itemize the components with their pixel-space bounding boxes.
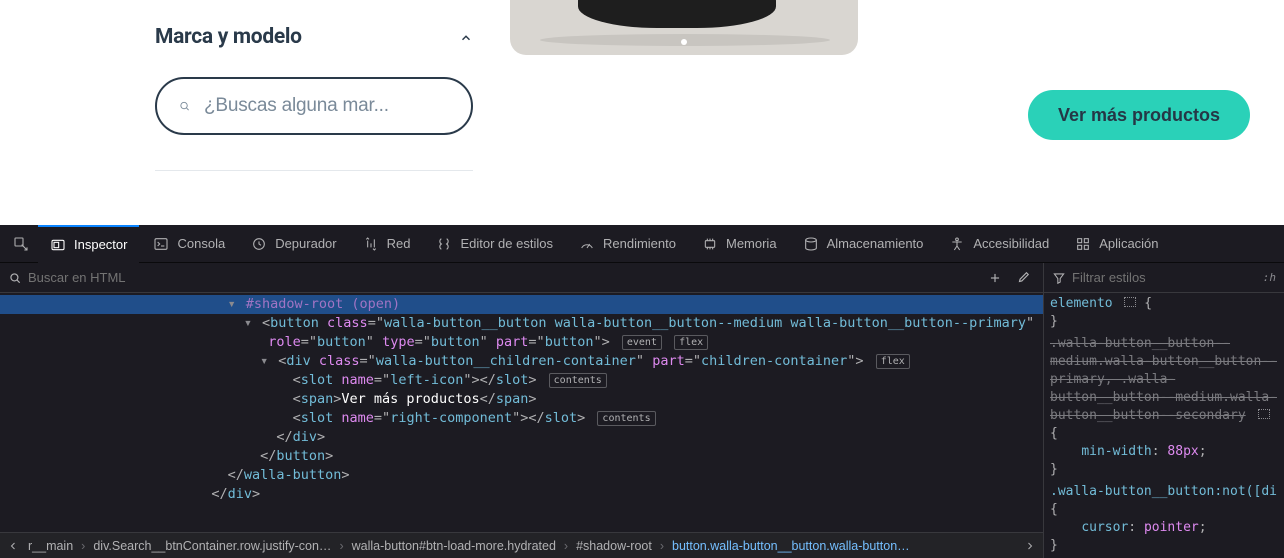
tab-label: Aplicación xyxy=(1099,236,1158,251)
crumb-next-button[interactable] xyxy=(1021,540,1039,552)
breadcrumb-bar: r__main › div.Search__btnContainer.row.j… xyxy=(0,532,1043,558)
styles-filter-bar: :h xyxy=(1044,263,1284,293)
devtools-main-panel: ▾ #shadow-root (open) ▾ <button class="w… xyxy=(0,263,1044,558)
tab-label: Editor de estilos xyxy=(460,236,553,251)
add-node-button[interactable] xyxy=(983,266,1007,290)
tab-label: Consola xyxy=(177,236,225,251)
application-icon xyxy=(1075,236,1091,252)
tab-application[interactable]: Aplicación xyxy=(1063,225,1170,263)
search-icon xyxy=(8,271,22,285)
styles-panel: :h elemento { } .walla-button__button--m… xyxy=(1044,263,1284,558)
flex-indicator-icon xyxy=(1258,409,1270,419)
memory-icon xyxy=(702,236,718,252)
devtools-tabbar: Inspector Consola Depurador Red Editor d… xyxy=(0,225,1284,263)
twisty-icon[interactable]: ▾ xyxy=(244,314,254,333)
flex-badge[interactable]: flex xyxy=(876,354,910,369)
tab-label: Depurador xyxy=(275,236,336,251)
contents-badge[interactable]: contents xyxy=(597,411,655,426)
product-card-image[interactable] xyxy=(510,0,858,55)
twisty-icon[interactable]: ▾ xyxy=(228,295,238,314)
tab-inspector[interactable]: Inspector xyxy=(38,225,139,263)
chevron-right-icon: › xyxy=(658,539,666,553)
search-icon xyxy=(179,94,190,118)
debugger-icon xyxy=(251,236,267,252)
html-search-input[interactable] xyxy=(28,270,977,285)
breadcrumb-item[interactable]: r__main xyxy=(22,539,79,553)
devtools-body: ▾ #shadow-root (open) ▾ <button class="w… xyxy=(0,263,1284,558)
tab-style-editor[interactable]: Editor de estilos xyxy=(424,225,565,263)
eyedropper-button[interactable] xyxy=(1011,266,1035,290)
tab-debugger[interactable]: Depurador xyxy=(239,225,348,263)
tab-storage[interactable]: Almacenamiento xyxy=(791,225,936,263)
filter-panel: Marca y modelo xyxy=(155,25,473,135)
inspector-icon xyxy=(50,237,66,253)
carousel-dot[interactable] xyxy=(681,39,687,45)
network-icon xyxy=(363,236,379,252)
storage-icon xyxy=(803,236,819,252)
tab-label: Rendimiento xyxy=(603,236,676,251)
tab-label: Memoria xyxy=(726,236,777,251)
tab-console[interactable]: Consola xyxy=(141,225,237,263)
breadcrumb-item[interactable]: div.Search__btnContainer.row.justify-con… xyxy=(87,539,337,553)
load-more-button[interactable]: Ver más productos xyxy=(1028,90,1250,140)
chevron-right-icon: › xyxy=(79,539,87,553)
breadcrumb-item[interactable]: button.walla-button__button.walla-button… xyxy=(666,539,916,553)
html-search-bar xyxy=(0,263,1043,293)
flex-indicator-icon xyxy=(1124,297,1136,307)
crumb-prev-button[interactable] xyxy=(4,540,22,552)
console-icon xyxy=(153,236,169,252)
style-editor-icon xyxy=(436,236,452,252)
filter-icon xyxy=(1052,271,1066,285)
flex-badge[interactable]: flex xyxy=(674,335,708,350)
shadow-root-label: #shadow-root (open) xyxy=(246,296,400,312)
brand-search-field[interactable] xyxy=(155,77,473,135)
styles-filter-input[interactable] xyxy=(1072,270,1257,285)
chevron-right-icon: › xyxy=(562,539,570,553)
tab-label: Accesibilidad xyxy=(973,236,1049,251)
contents-badge[interactable]: contents xyxy=(549,373,607,388)
breadcrumb-item[interactable]: walla-button#btn-load-more.hydrated xyxy=(346,539,562,553)
tab-label: Almacenamiento xyxy=(827,236,924,251)
filter-header[interactable]: Marca y modelo xyxy=(155,25,473,49)
tab-memory[interactable]: Memoria xyxy=(690,225,789,263)
tab-label: Inspector xyxy=(74,237,127,252)
divider xyxy=(155,170,473,171)
html-tree[interactable]: ▾ #shadow-root (open) ▾ <button class="w… xyxy=(0,293,1043,532)
performance-icon xyxy=(579,236,595,252)
chevron-up-icon xyxy=(459,30,473,44)
page-content: Marca y modelo Ver más productos xyxy=(0,0,1284,225)
tab-network[interactable]: Red xyxy=(351,225,423,263)
tab-label: Red xyxy=(387,236,411,251)
event-badge[interactable]: event xyxy=(622,335,662,350)
brand-search-input[interactable] xyxy=(204,95,449,117)
chevron-right-icon: › xyxy=(337,539,345,553)
devtools-panel: Inspector Consola Depurador Red Editor d… xyxy=(0,225,1284,558)
element-picker-button[interactable] xyxy=(6,236,36,252)
hover-toggle[interactable]: :h xyxy=(1263,271,1276,284)
breadcrumb-item[interactable]: #shadow-root xyxy=(570,539,658,553)
accessibility-icon xyxy=(949,236,965,252)
twisty-icon[interactable]: ▾ xyxy=(260,352,270,371)
filter-title: Marca y modelo xyxy=(155,25,302,49)
tab-accessibility[interactable]: Accesibilidad xyxy=(937,225,1061,263)
css-rules[interactable]: elemento { } .walla-button__button--medi… xyxy=(1044,293,1284,558)
tab-performance[interactable]: Rendimiento xyxy=(567,225,688,263)
